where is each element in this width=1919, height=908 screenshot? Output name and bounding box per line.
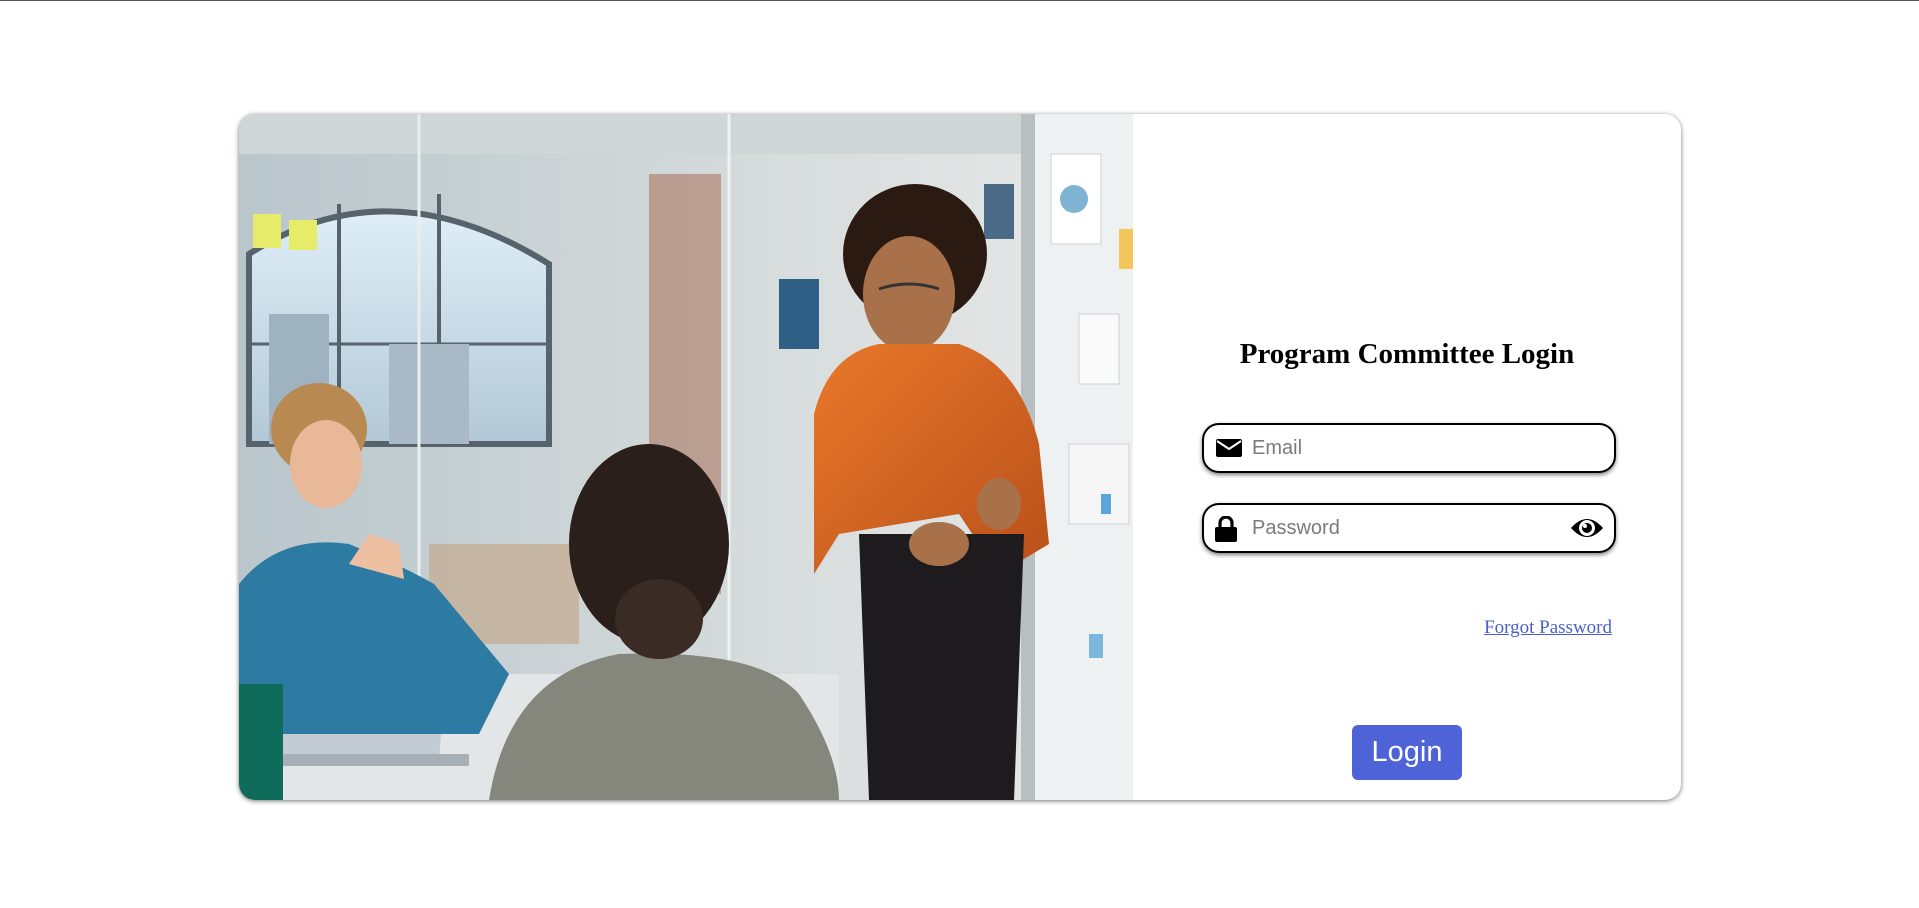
email-input[interactable] [1252,425,1572,471]
login-form: Program Committee Login Forgot Password [1133,114,1681,800]
team-meeting-photo [239,114,1133,800]
forgot-password-link[interactable]: Forgot Password [1476,617,1612,639]
lock-icon [1215,516,1237,542]
email-field[interactable] [1202,423,1616,473]
login-card: Program Committee Login Forgot Password [239,114,1681,800]
hero-photo [239,114,1133,800]
envelope-icon [1216,439,1242,457]
eye-icon[interactable] [1570,515,1604,541]
top-border [0,0,1919,1]
password-input[interactable] [1252,505,1572,551]
page-title: Program Committee Login [1239,338,1575,370]
login-button[interactable]: Login [1352,725,1462,780]
password-field[interactable] [1202,503,1616,553]
